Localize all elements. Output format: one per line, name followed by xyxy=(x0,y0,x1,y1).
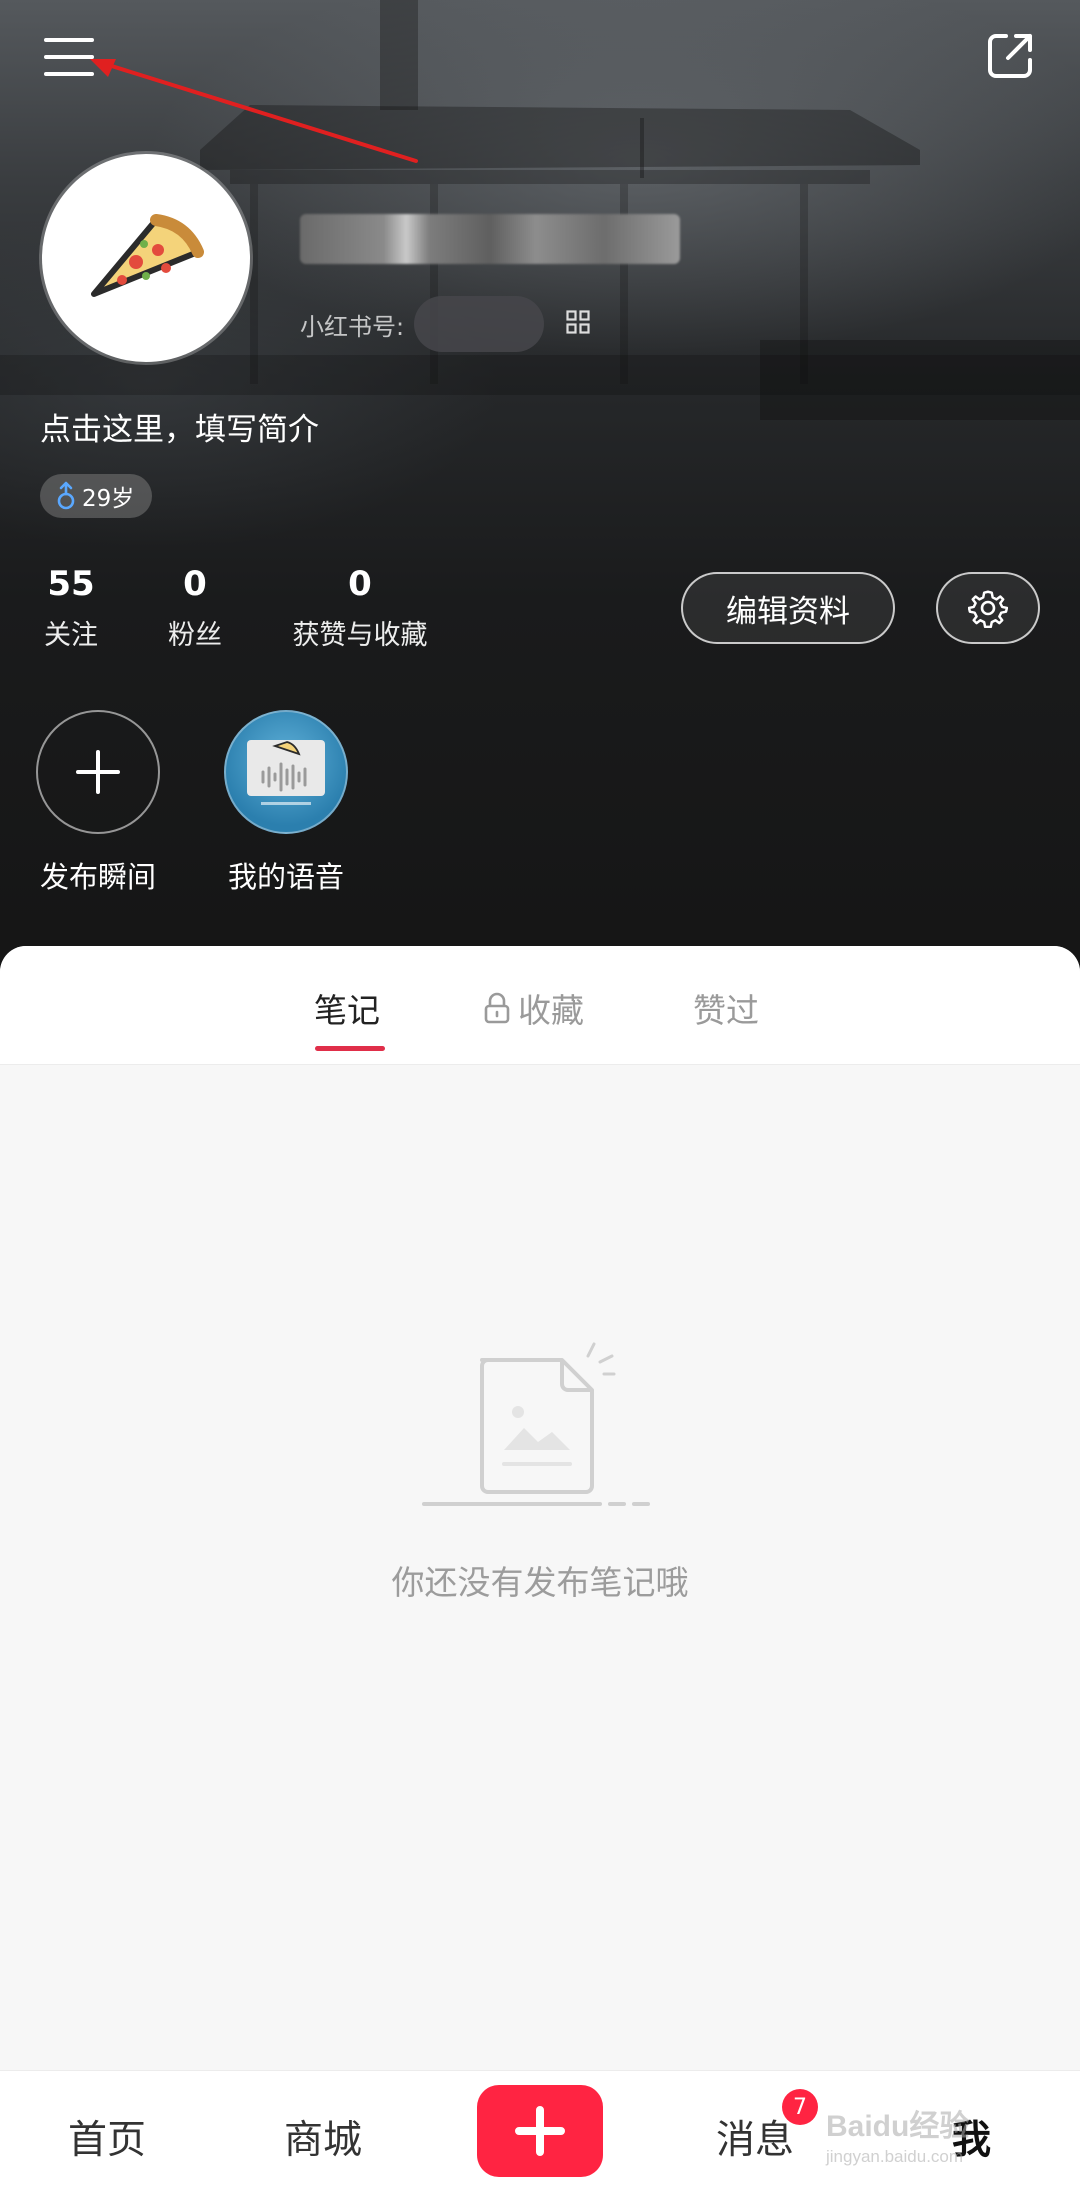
stat-following[interactable]: 55 关注 xyxy=(36,564,106,652)
stat-label: 粉丝 xyxy=(168,620,222,652)
watermark-brand: Baidu经验 xyxy=(826,2110,970,2143)
tab-liked[interactable]: 赞过 xyxy=(693,984,759,1032)
empty-notes-illustration-icon xyxy=(422,1342,650,1506)
share-icon[interactable] xyxy=(984,30,1036,82)
content-tabs: 笔记 收藏 赞过 xyxy=(0,946,1080,1065)
tab-label: 赞过 xyxy=(693,991,759,1030)
menu-icon[interactable] xyxy=(44,36,96,78)
plus-icon xyxy=(76,750,120,794)
male-gender-icon xyxy=(57,481,75,510)
nav-messages[interactable]: 消息 xyxy=(716,2109,794,2165)
bio-prompt[interactable]: 点击这里，填写简介 xyxy=(40,404,319,449)
bottom-navigation: 首页 商城 消息 7 我 Baidu经验 jingyan.baidu.com xyxy=(0,2070,1080,2187)
gear-icon xyxy=(968,590,1008,628)
user-id-label: 小红书号: xyxy=(300,312,405,341)
publish-button[interactable] xyxy=(477,2085,603,2177)
user-id-redacted xyxy=(414,296,545,352)
publish-moment[interactable]: 发布瞬间 xyxy=(8,710,188,896)
profile-header: 小红书号: 点击这里，填写简介 29岁 55 关注 0 粉丝 0 获赞与收藏 编… xyxy=(0,0,1080,1000)
stat-label: 获赞与收藏 xyxy=(292,620,428,652)
voice-thumbnail[interactable] xyxy=(224,710,348,834)
notes-panel: 笔记 收藏 赞过 你还没有发布笔记哦 xyxy=(0,946,1080,2070)
tab-label: 收藏 xyxy=(518,991,584,1030)
nickname-redacted xyxy=(300,214,680,264)
nav-home[interactable]: 首页 xyxy=(68,2109,146,2165)
add-moment-button[interactable] xyxy=(36,710,160,834)
active-tab-indicator xyxy=(315,1046,385,1051)
stat-value: 0 xyxy=(183,564,207,604)
stat-value: 55 xyxy=(47,564,95,604)
tab-notes[interactable]: 笔记 xyxy=(314,984,380,1032)
qrcode-icon[interactable] xyxy=(566,310,590,334)
age-tag: 29岁 xyxy=(40,474,153,518)
lock-icon xyxy=(484,992,510,1024)
tab-collections[interactable]: 收藏 xyxy=(484,984,584,1032)
voice-waveform-icon xyxy=(247,740,325,805)
empty-state-text: 你还没有发布笔记哦 xyxy=(391,1563,689,1602)
my-voice[interactable]: 我的语音 xyxy=(196,710,376,896)
stat-value: 0 xyxy=(348,564,372,604)
pizza-icon xyxy=(91,214,204,297)
plus-icon xyxy=(515,2106,565,2156)
age-label: 29岁 xyxy=(82,486,135,512)
stat-followers[interactable]: 0 粉丝 xyxy=(160,564,230,652)
avatar[interactable] xyxy=(42,154,250,362)
baidu-watermark: Baidu经验 jingyan.baidu.com xyxy=(826,2101,969,2167)
user-id-row: 小红书号: xyxy=(300,296,545,352)
settings-button[interactable] xyxy=(936,572,1040,644)
moment-label: 我的语音 xyxy=(227,860,344,894)
stat-label: 关注 xyxy=(44,620,98,652)
moment-label: 发布瞬间 xyxy=(39,860,156,894)
watermark-url: jingyan.baidu.com xyxy=(826,2147,964,2166)
stat-likes-and-saves[interactable]: 0 获赞与收藏 xyxy=(280,564,440,652)
messages-badge: 7 xyxy=(782,2089,818,2125)
nav-mall[interactable]: 商城 xyxy=(284,2109,362,2165)
tab-label: 笔记 xyxy=(314,991,380,1030)
edit-profile-button[interactable]: 编辑资料 xyxy=(681,572,895,644)
